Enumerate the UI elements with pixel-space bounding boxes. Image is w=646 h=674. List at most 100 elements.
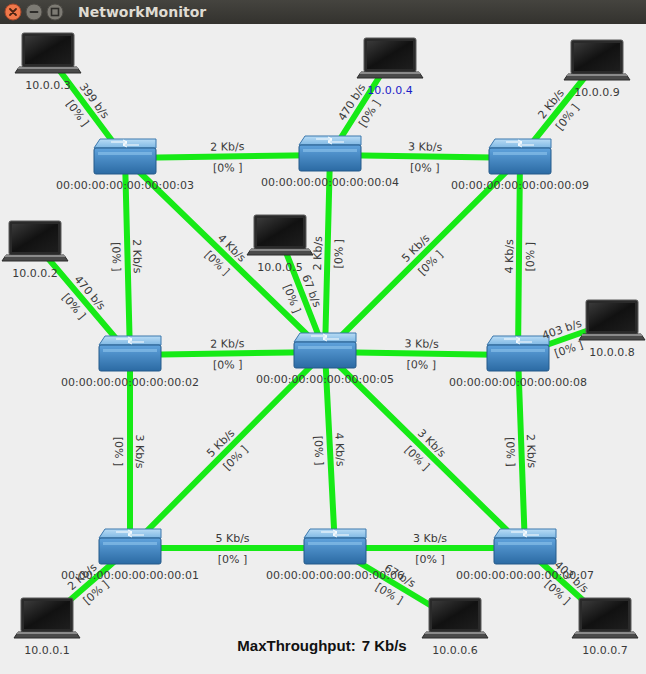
- host-label: 10.0.0.8: [589, 346, 634, 359]
- minimize-icon[interactable]: [25, 3, 43, 21]
- host-node[interactable]: 10.0.0.9: [564, 40, 630, 99]
- link-utilization: [0% ]: [416, 248, 446, 278]
- link-rate: 3 Kb/s: [408, 140, 443, 154]
- link-utilization: [0% ]: [311, 436, 325, 466]
- link-rate: 3 Kb/s: [404, 337, 439, 351]
- link-utilization: [0% ]: [112, 437, 125, 467]
- max-throughput-label: MaxThroughput:: [237, 637, 355, 654]
- link-rate: 2 Kb/s: [524, 434, 538, 469]
- host-label: 10.0.0.5: [257, 261, 302, 274]
- switch-icon: [99, 529, 161, 564]
- laptop-icon: [564, 40, 630, 80]
- laptop-icon: [2, 221, 68, 261]
- link-utilization: [0% ]: [213, 161, 243, 174]
- host-label: 10.0.0.4: [367, 84, 412, 97]
- link-rate: 3 Kb/s: [133, 434, 146, 468]
- link-label: 399 b/s[0% ]: [60, 81, 112, 134]
- maximize-icon[interactable]: [46, 3, 64, 21]
- link-rate: 5 Kb/s: [215, 532, 249, 545]
- link-rate: 2 Kb/s: [210, 140, 245, 153]
- switch-node[interactable]: 00:00:00:00:00:00:00:03: [56, 139, 194, 192]
- link-utilization: [0% ]: [63, 98, 91, 129]
- close-icon[interactable]: [4, 3, 22, 21]
- link-rate: 2 Kb/s: [311, 236, 325, 271]
- link-utilization: [0% ]: [221, 443, 251, 473]
- switch-icon: [299, 136, 361, 171]
- link-label: 403 b/s[0% ]: [540, 317, 590, 363]
- link-label: 4 Kb/s[0% ]: [200, 232, 248, 280]
- link-rate: 2 Kb/s: [210, 337, 245, 351]
- link-label: 2 Kb/s[0% ]: [535, 86, 583, 134]
- host-node[interactable]: 10.0.0.5: [247, 215, 313, 274]
- host-node[interactable]: 10.0.0.2: [2, 221, 68, 280]
- link-label: 3 Kb/s[0% ]: [400, 427, 448, 475]
- link-label: 2 Kb/s[0% ]: [65, 561, 113, 609]
- host-node[interactable]: 10.0.0.7: [572, 598, 638, 657]
- link-label: 67 b/s[0% ]: [280, 273, 324, 317]
- link-label: 4 Kb/s [0% ]: [311, 432, 347, 468]
- link-rate: 2 Kb/s: [130, 239, 144, 274]
- network-monitor-window: NetworkMonitor 00:00:00:00:00:00:00:03 00:…: [0, 0, 646, 674]
- switch-label: 00:00:00:00:00:00:00:04: [261, 176, 399, 189]
- host-label: 10.0.0.1: [24, 644, 69, 657]
- switch-icon: [494, 529, 556, 564]
- host-label: 10.0.0.3: [25, 79, 70, 92]
- title-bar: NetworkMonitor: [0, 0, 646, 24]
- link-label: 5 Kb/s[0% ]: [215, 532, 249, 566]
- link-utilization: [0% ]: [59, 291, 88, 322]
- link-label: 3 Kb/s [0% ]: [112, 434, 146, 468]
- link-rate: 4 Kb/s: [332, 432, 347, 467]
- link-label: 3 Kb/s [0% ]: [404, 337, 439, 372]
- link-label: 403 b/s[0% ]: [538, 558, 591, 611]
- switch-icon: [489, 139, 551, 174]
- link-utilization: [0% ]: [553, 338, 585, 360]
- link-label: 5 Kb/s[0% ]: [399, 231, 447, 279]
- switch-icon: [304, 529, 366, 564]
- switch-label: 00:00:00:00:00:00:00:05: [256, 373, 394, 386]
- link-utilization: [0% ]: [406, 358, 436, 371]
- switch-node[interactable]: 00:00:00:00:00:00:00:09: [451, 139, 589, 192]
- host-label: 10.0.0.6: [432, 644, 477, 657]
- laptop-icon: [579, 300, 645, 340]
- link-label: 3 Kb/s [0% ]: [408, 140, 443, 175]
- link-utilization: [0% ]: [356, 98, 383, 130]
- window-title: NetworkMonitor: [78, 4, 206, 20]
- link-utilization: [0% ]: [280, 283, 303, 315]
- laptop-icon: [572, 598, 638, 638]
- link-utilization: [0% ]: [109, 242, 123, 272]
- switch-node[interactable]: 00:00:00:00:00:00:00:02: [61, 336, 199, 389]
- link-utilization: [0% ]: [524, 242, 537, 272]
- link-label: 2 Kb/s[0% ]: [311, 236, 346, 271]
- link-utilization: [0% ]: [213, 358, 243, 371]
- link-utilization: [0% ]: [553, 102, 582, 133]
- switch-node[interactable]: 00:00:00:00:00:00:00:06: [266, 529, 404, 582]
- link-utilization: [0% ]: [503, 437, 517, 467]
- switch-node[interactable]: 00:00:00:00:00:00:00:04: [261, 136, 399, 189]
- link-utilization: [0% ]: [402, 443, 432, 473]
- link-label: 3 Kb/s[0% ]: [413, 532, 447, 566]
- switch-icon: [94, 139, 156, 174]
- host-node[interactable]: 10.0.0.3: [15, 33, 81, 92]
- link-label: 2 Kb/s [0% ]: [210, 337, 245, 372]
- switch-icon: [294, 333, 356, 368]
- switch-node[interactable]: 00:00:00:00:00:00:00:08: [449, 336, 587, 389]
- laptop-icon: [247, 215, 313, 255]
- link-label: 2 Kb/s [0% ]: [210, 140, 245, 174]
- host-node[interactable]: 10.0.0.8: [579, 300, 645, 359]
- host-node[interactable]: 10.0.0.6: [422, 598, 488, 657]
- switch-label: 00:00:00:00:00:00:00:03: [56, 179, 194, 192]
- link-utilization: [0% ]: [81, 578, 112, 607]
- laptop-icon: [357, 38, 423, 78]
- host-node[interactable]: 10.0.0.1: [14, 598, 80, 657]
- switch-node[interactable]: 00:00:00:00:00:00:00:05: [256, 333, 394, 386]
- switch-icon: [487, 336, 549, 371]
- link-rate: 67 b/s: [299, 273, 324, 310]
- switch-label: 00:00:00:00:00:00:00:08: [449, 376, 587, 389]
- laptop-icon: [14, 598, 80, 638]
- link-rate: 4 Kb/s: [503, 239, 516, 274]
- switch-icon: [99, 336, 161, 371]
- link-label: 5 Kb/s[0% ]: [204, 426, 252, 474]
- switch-label: 00:00:00:00:00:00:00:02: [61, 376, 199, 389]
- link-utilization: [0% ]: [410, 161, 440, 174]
- link-label: 4 Kb/s [0% ]: [503, 239, 537, 274]
